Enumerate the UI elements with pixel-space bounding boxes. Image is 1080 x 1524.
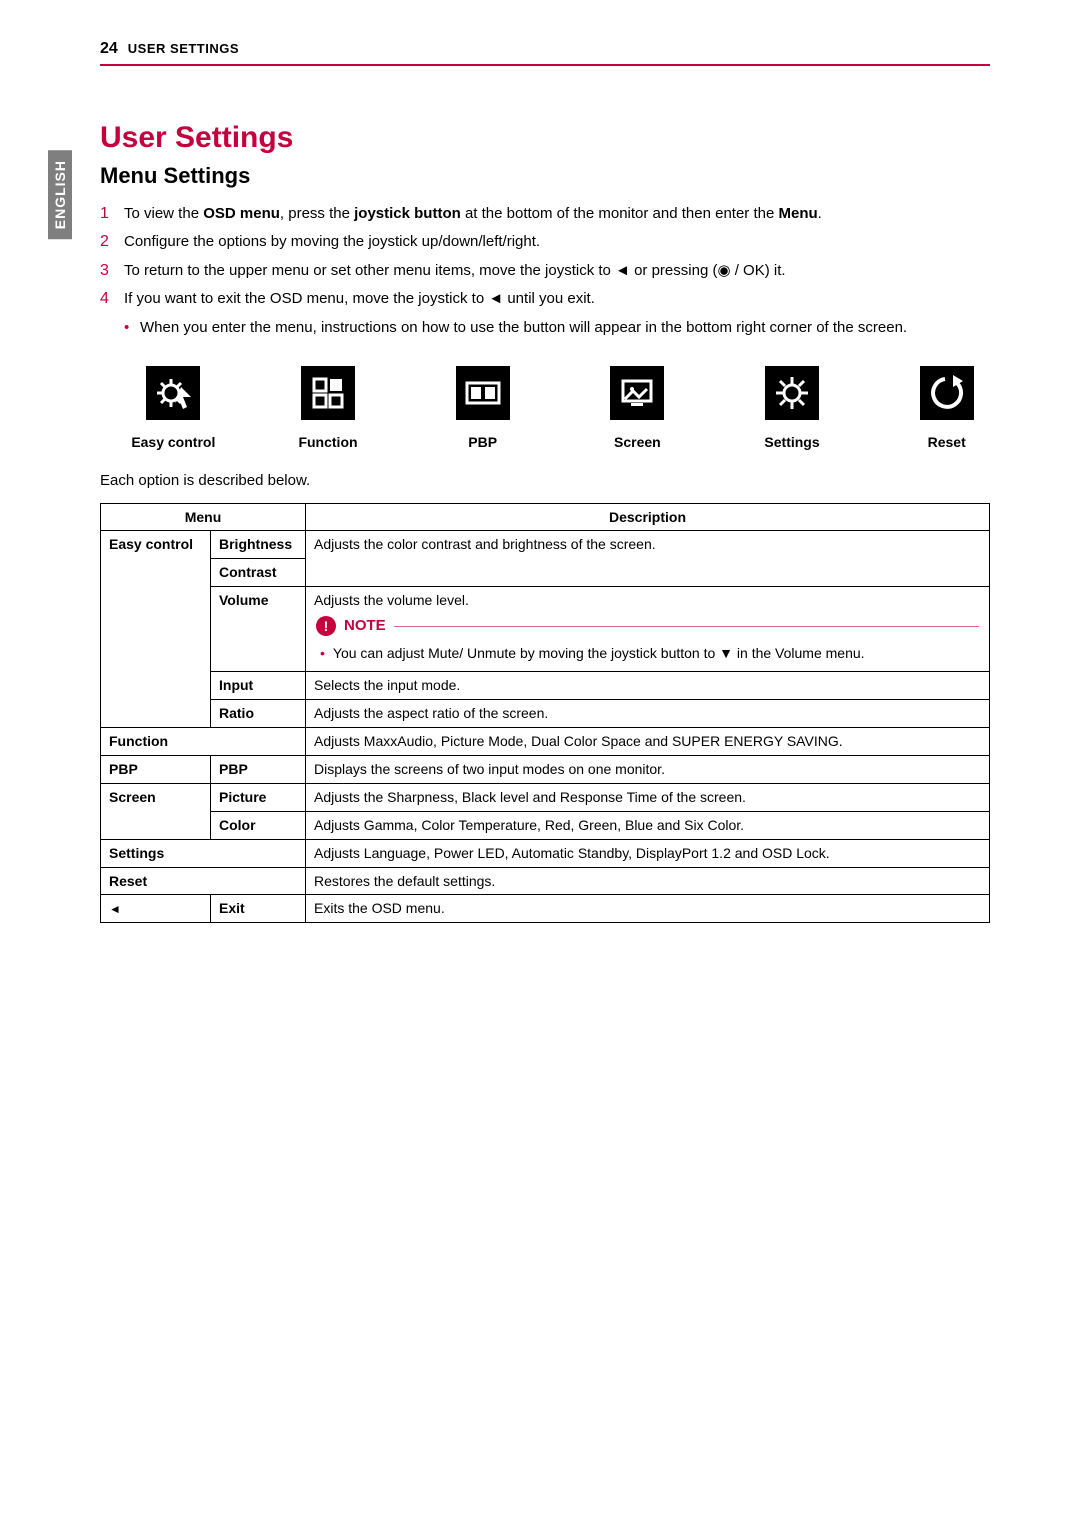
th-description: Description: [306, 503, 990, 531]
page-header: 24 USER SETTINGS: [100, 40, 990, 66]
cell-color-desc: Adjusts Gamma, Color Temperature, Red, G…: [306, 811, 990, 839]
cell-pbp-desc: Displays the screens of two input modes …: [306, 755, 990, 783]
cell-function-desc: Adjusts MaxxAudio, Picture Mode, Dual Co…: [306, 728, 990, 756]
function-icon: [301, 366, 355, 420]
step-number: 3: [100, 260, 124, 282]
cell-reset-desc: Restores the default settings.: [306, 867, 990, 895]
note-icon: !: [316, 616, 336, 636]
cell-input: Input: [211, 672, 306, 700]
step-number: 1: [100, 203, 124, 225]
cell-bc-desc: Adjusts the color contrast and brightnes…: [306, 531, 990, 587]
steps-list: 1 To view the OSD menu, press the joysti…: [100, 203, 990, 311]
step-text: To view the OSD menu, press the joystick…: [124, 203, 990, 225]
cell-volume-desc: Adjusts the volume level. ! NOTE • You c…: [306, 587, 990, 672]
th-menu: Menu: [101, 503, 306, 531]
cell-picture-desc: Adjusts the Sharpness, Black level and R…: [306, 783, 990, 811]
info-bullet: • When you enter the menu, instructions …: [124, 317, 990, 338]
bullet-dot: •: [320, 644, 325, 663]
cell-picture: Picture: [211, 783, 306, 811]
icon-label: Easy control: [130, 434, 217, 450]
settings-icon: [765, 366, 819, 420]
cell-color: Color: [211, 811, 306, 839]
step-text: To return to the upper menu or set other…: [124, 260, 990, 282]
cell-settings: Settings: [101, 839, 306, 867]
cell-volume: Volume: [211, 587, 306, 672]
step-number: 4: [100, 288, 124, 310]
icon-label: PBP: [439, 434, 526, 450]
cell-exit: Exit: [211, 895, 306, 923]
cell-ratio: Ratio: [211, 700, 306, 728]
pbp-icon: [456, 366, 510, 420]
page-title: User Settings: [100, 121, 990, 155]
screen-icon: [610, 366, 664, 420]
menu-description-table: Menu Description Easy control Brightness…: [100, 503, 990, 924]
reset-icon: [920, 366, 974, 420]
icon-label: Reset: [903, 434, 990, 450]
note-divider: [394, 626, 979, 627]
cell-easy-control: Easy control: [101, 531, 211, 728]
language-tab: ENGLISH: [48, 150, 72, 239]
cell-ratio-desc: Adjusts the aspect ratio of the screen.: [306, 700, 990, 728]
cell-screen: Screen: [101, 783, 211, 839]
note-title: NOTE: [344, 616, 386, 636]
cell-left-arrow: ◄: [101, 895, 211, 923]
cell-contrast: Contrast: [211, 559, 306, 587]
cell-brightness: Brightness: [211, 531, 306, 559]
page-number: 24: [100, 40, 118, 58]
table-intro: Each option is described below.: [100, 472, 990, 489]
icon-label: Screen: [594, 434, 681, 450]
icon-label: Function: [285, 434, 372, 450]
step-text: If you want to exit the OSD menu, move t…: [124, 288, 990, 310]
cell-pbp: PBP: [101, 755, 211, 783]
note-text: You can adjust Mute/ Unmute by moving th…: [333, 644, 865, 663]
icon-label: Settings: [749, 434, 836, 450]
header-section-label: USER SETTINGS: [128, 41, 239, 56]
note-block: ! NOTE • You can adjust Mute/ Unmute by …: [316, 616, 979, 663]
step-number: 2: [100, 231, 124, 253]
section-subtitle: Menu Settings: [100, 163, 990, 189]
cell-input-desc: Selects the input mode.: [306, 672, 990, 700]
cell-exit-desc: Exits the OSD menu.: [306, 895, 990, 923]
cell-settings-desc: Adjusts Language, Power LED, Automatic S…: [306, 839, 990, 867]
cell-reset: Reset: [101, 867, 306, 895]
bullet-dot: •: [124, 317, 140, 338]
easy-control-icon: [146, 366, 200, 420]
cell-function: Function: [101, 728, 306, 756]
step-text: Configure the options by moving the joys…: [124, 231, 990, 253]
menu-icons-row: Easy control Function: [130, 366, 990, 450]
cell-pbp-sub: PBP: [211, 755, 306, 783]
